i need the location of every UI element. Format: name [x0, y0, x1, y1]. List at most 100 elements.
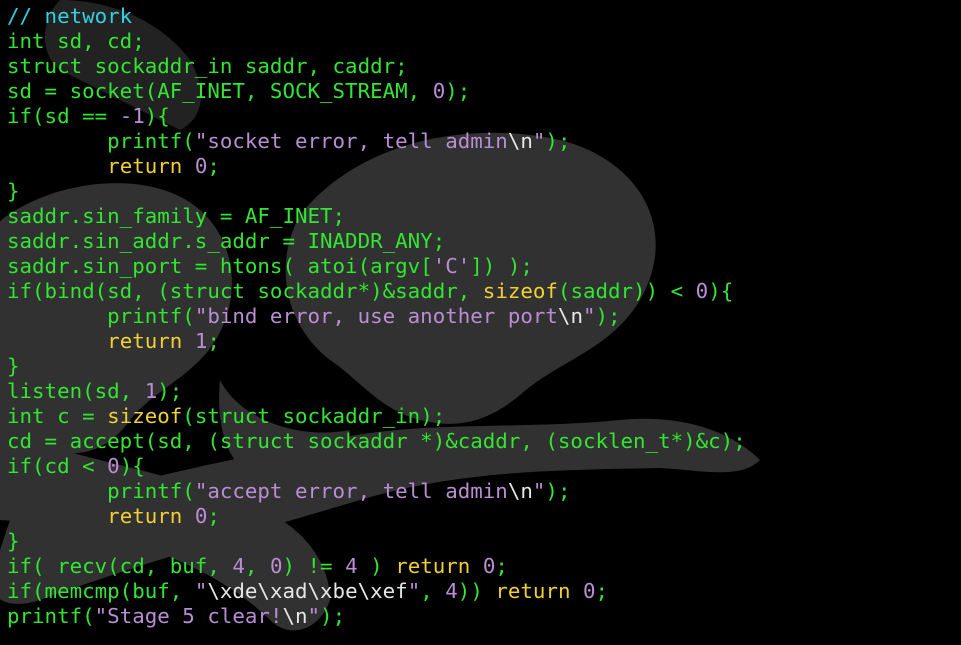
code-line: saddr.sin_addr.s_addr = INADDR_ANY; — [7, 229, 746, 254]
code-token: ); — [320, 604, 346, 628]
code-token: ){ — [119, 454, 145, 478]
code-token: ); — [545, 479, 571, 503]
code-token: 0 — [107, 454, 120, 478]
code-token: (struct sockaddr_in); — [182, 404, 446, 428]
code-token: 0 — [194, 154, 208, 178]
code-line: int sd, cd; — [7, 29, 746, 54]
code-line: saddr.sin_port = htons( atoi(argv['C']) … — [7, 254, 746, 279]
code-token: -1 — [119, 104, 145, 128]
code-token: \n — [557, 304, 583, 328]
code-line: sd = socket(AF_INET, SOCK_STREAM, 0); — [7, 79, 746, 104]
code-token: ; — [495, 554, 508, 578]
code-token: 4 — [232, 554, 245, 578]
code-token: ); — [157, 379, 183, 403]
code-token: ); — [595, 304, 621, 328]
code-token: sd = socket(AF_INET, SOCK_STREAM, — [7, 79, 433, 103]
code-token: return — [107, 504, 183, 528]
code-token: ); — [545, 129, 571, 153]
code-token: "socket error, tell admin — [194, 129, 508, 153]
code-token: printf( — [7, 129, 195, 153]
code-token: int c = — [7, 404, 108, 428]
code-token: printf( — [7, 479, 195, 503]
code-token: , — [244, 554, 270, 578]
code-token: if(memcmp(buf, — [7, 579, 195, 603]
code-token: (saddr)) < — [557, 279, 696, 303]
code-token: " — [582, 304, 596, 328]
code-line: if(bind(sd, (struct sockaddr*)&saddr, si… — [7, 279, 746, 304]
code-token: } — [7, 529, 20, 553]
code-token: " — [532, 129, 546, 153]
code-line: return 1; — [7, 329, 746, 354]
code-token: 'C' — [432, 254, 471, 278]
code-line: struct sockaddr_in saddr, caddr; — [7, 54, 746, 79]
code-token: "accept error, tell admin — [194, 479, 508, 503]
code-editor: // network int sd, cd; struct sockaddr_in … — [7, 4, 746, 629]
code-token: " — [532, 479, 546, 503]
code-token: ; — [207, 329, 220, 353]
code-token: "bind error, use another port — [194, 304, 558, 328]
code-line: } — [7, 529, 746, 554]
code-token: ; — [595, 579, 609, 603]
code-token: \xde\xad\xbe\xef — [207, 579, 408, 603]
code-token: saddr.sin_port = htons( atoi(argv[ — [7, 254, 433, 278]
code-token: if(cd < — [7, 454, 108, 478]
code-line: printf("socket error, tell admin\n"); — [7, 129, 746, 154]
code-line: printf("Stage 5 clear!\n"); — [7, 604, 746, 629]
code-line: } — [7, 179, 746, 204]
code-token: if(bind(sd, (struct sockaddr*)&saddr, — [7, 279, 483, 303]
code-token: struct sockaddr_in saddr, caddr; — [7, 54, 408, 78]
code-token: )) — [457, 579, 496, 603]
code-token: if(sd == — [7, 104, 120, 128]
code-line: if( recv(cd, buf, 4, 0) != 4 ) return 0; — [7, 554, 746, 579]
code-token: 1 — [144, 379, 158, 403]
code-token: 0 — [583, 579, 596, 603]
code-token: ; — [207, 154, 220, 178]
code-line: if(sd == -1){ — [7, 104, 746, 129]
code-token: 4 — [345, 554, 358, 578]
code-token: ) — [357, 554, 396, 578]
code-token: listen(sd, — [7, 379, 145, 403]
code-token: " — [407, 579, 421, 603]
code-token: } — [7, 354, 20, 378]
code-token: " — [307, 604, 321, 628]
code-token: ) != — [282, 554, 346, 578]
code-line: saddr.sin_family = AF_INET; — [7, 204, 746, 229]
code-token: sizeof — [107, 404, 183, 428]
code-token: 1 — [194, 329, 208, 353]
code-token: 0 — [432, 79, 446, 103]
code-line: if(memcmp(buf, "\xde\xad\xbe\xef", 4)) r… — [7, 579, 746, 604]
code-line: // network — [7, 4, 746, 29]
code-token: , — [420, 579, 446, 603]
code-token: saddr.sin_addr.s_addr = INADDR_ANY; — [7, 229, 446, 253]
code-token: ){ — [144, 104, 170, 128]
code-token: 4 — [445, 579, 458, 603]
code-token: 0 — [482, 554, 496, 578]
code-token: ){ — [708, 279, 734, 303]
code-token: 0 — [695, 279, 709, 303]
code-token: 0 — [269, 554, 283, 578]
code-token: return — [107, 154, 183, 178]
code-token: sizeof — [482, 279, 558, 303]
code-line: return 0; — [7, 154, 746, 179]
code-token: cd = accept(sd, (struct sockaddr *)&cadd… — [7, 429, 746, 453]
code-token: return — [495, 579, 571, 603]
code-token: if( recv(cd, buf, — [7, 554, 233, 578]
code-token: return — [107, 329, 183, 353]
code-token: \n — [507, 129, 533, 153]
code-line: if(cd < 0){ — [7, 454, 746, 479]
code-token: ; — [207, 504, 220, 528]
code-line: return 0; — [7, 504, 746, 529]
code-line: int c = sizeof(struct sockaddr_in); — [7, 404, 746, 429]
code-line: listen(sd, 1); — [7, 379, 746, 404]
code-token: printf( — [7, 304, 195, 328]
code-token: \n — [282, 604, 308, 628]
code-token: } — [7, 179, 20, 203]
